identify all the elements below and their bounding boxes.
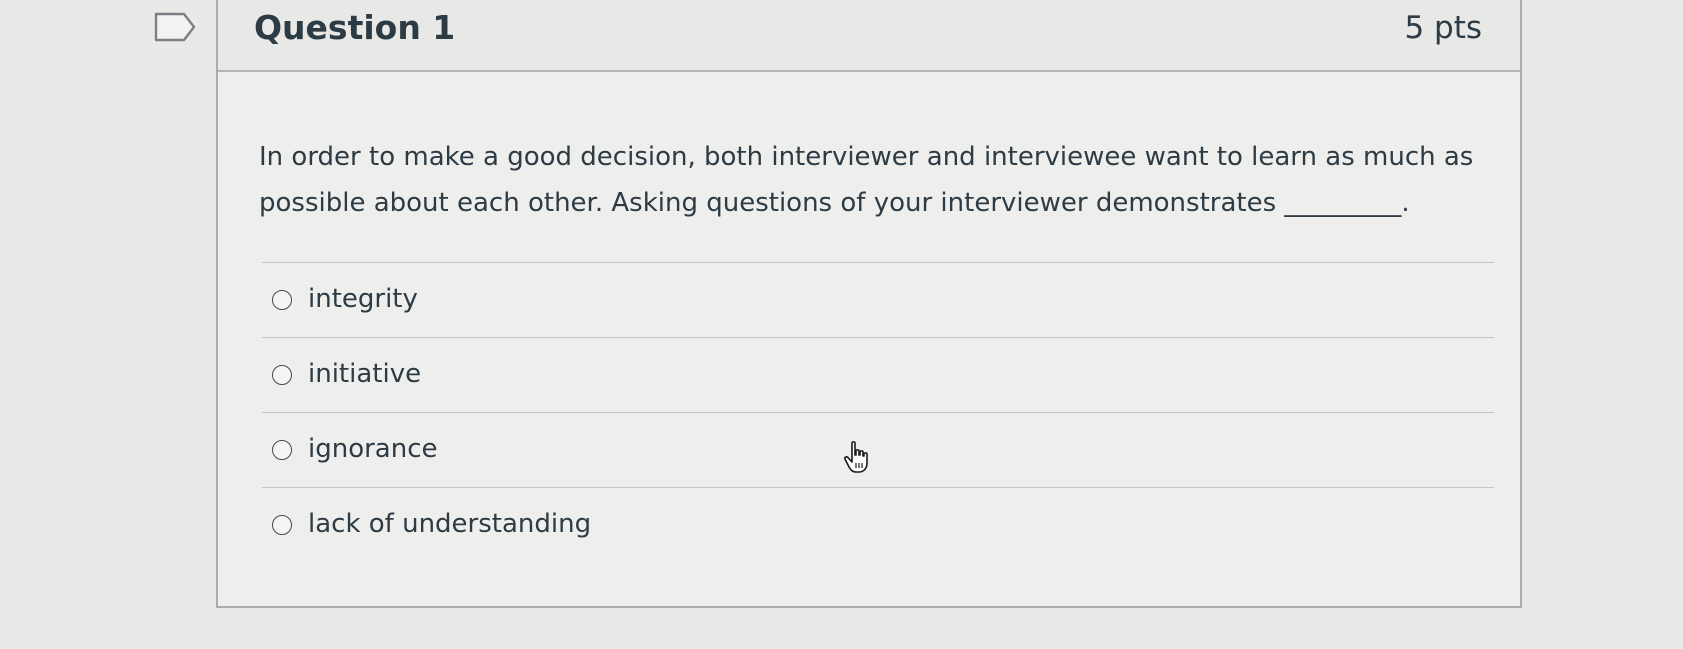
question-text: In order to make a good decision, both i… bbox=[259, 142, 1474, 218]
answer-label[interactable]: lack of understanding bbox=[308, 506, 591, 542]
answer-list: integrity initiative ignorance lack of u… bbox=[262, 262, 1494, 562]
answer-option-initiative[interactable]: initiative bbox=[262, 338, 1494, 413]
radio-unselected-icon[interactable] bbox=[272, 515, 292, 535]
question-header: Question 1 5 pts bbox=[218, 0, 1520, 72]
answer-option-integrity[interactable]: integrity bbox=[262, 263, 1494, 338]
question-card: Question 1 5 pts In order to make a good… bbox=[216, 0, 1522, 608]
answer-label[interactable]: initiative bbox=[308, 356, 421, 392]
radio-unselected-icon[interactable] bbox=[272, 440, 292, 460]
answer-option-lack-of-understanding[interactable]: lack of understanding bbox=[262, 488, 1494, 562]
answer-option-ignorance[interactable]: ignorance bbox=[262, 413, 1494, 488]
answer-label[interactable]: integrity bbox=[308, 281, 418, 317]
flag-question-icon[interactable] bbox=[154, 12, 196, 42]
radio-unselected-icon[interactable] bbox=[272, 365, 292, 385]
radio-unselected-icon[interactable] bbox=[272, 290, 292, 310]
question-title: Question 1 bbox=[254, 8, 456, 47]
hand-pointer-cursor-icon bbox=[843, 440, 873, 474]
answer-label[interactable]: ignorance bbox=[308, 431, 438, 467]
question-points: 5 pts bbox=[1404, 10, 1482, 46]
